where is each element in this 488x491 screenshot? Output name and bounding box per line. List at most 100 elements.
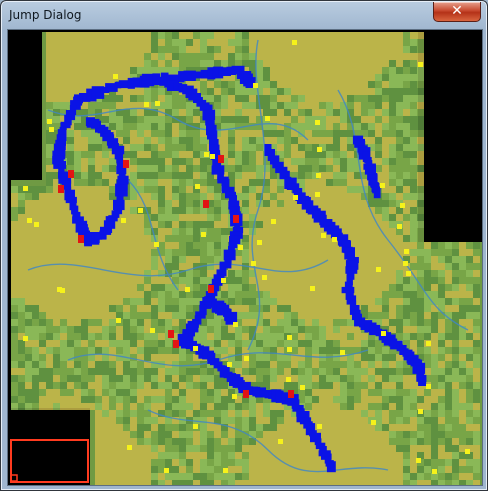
terrain-tile xyxy=(74,277,81,284)
terrain-tile xyxy=(60,319,67,326)
terrain-tile xyxy=(361,88,368,95)
terrain-tile xyxy=(473,291,480,298)
terrain-tile xyxy=(382,74,389,81)
terrain-tile xyxy=(417,249,424,256)
terrain-tile xyxy=(151,389,158,396)
terrain-tile xyxy=(403,459,410,466)
terrain-tile xyxy=(473,396,480,403)
terrain-tile xyxy=(305,319,312,326)
title-bar[interactable]: Jump Dialog ✕ xyxy=(1,1,487,29)
terrain-tile xyxy=(361,340,368,347)
terrain-tile xyxy=(333,291,340,298)
terrain-tile xyxy=(382,459,389,466)
terrain-tile xyxy=(200,445,207,452)
terrain-tile xyxy=(382,193,389,200)
terrain-tile xyxy=(361,375,368,382)
terrain-tile xyxy=(312,46,319,53)
terrain-tile xyxy=(473,284,480,291)
terrain-tile xyxy=(116,452,123,459)
terrain-tile xyxy=(242,424,249,431)
terrain-tile xyxy=(39,305,46,312)
terrain-tile xyxy=(193,200,200,207)
terrain-tile xyxy=(256,445,263,452)
terrain-tile xyxy=(410,46,417,53)
terrain-tile xyxy=(382,291,389,298)
terrain-tile xyxy=(137,466,144,473)
terrain-tile xyxy=(326,81,333,88)
terrain-tile xyxy=(270,130,277,137)
terrain-tile xyxy=(291,480,298,485)
terrain-tile xyxy=(410,424,417,431)
terrain-tile xyxy=(81,130,88,137)
terrain-tile xyxy=(242,480,249,485)
terrain-tile xyxy=(165,480,172,485)
terrain-tile xyxy=(221,452,228,459)
terrain-tile xyxy=(298,242,305,249)
terrain-tile xyxy=(88,375,95,382)
terrain-tile xyxy=(382,319,389,326)
terrain-tile xyxy=(32,284,39,291)
terrain-tile xyxy=(137,151,144,158)
terrain-tile xyxy=(438,473,445,480)
terrain-tile xyxy=(11,375,18,382)
minimap-panel[interactable] xyxy=(7,29,483,486)
terrain-tile xyxy=(256,417,263,424)
terrain-tile xyxy=(403,242,410,249)
terrain-tile xyxy=(200,242,207,249)
terrain-tile xyxy=(207,466,214,473)
terrain-tile xyxy=(179,445,186,452)
terrain-tile xyxy=(144,389,151,396)
terrain-tile xyxy=(144,116,151,123)
terrain-tile xyxy=(137,116,144,123)
terrain-tile xyxy=(270,277,277,284)
terrain-tile xyxy=(165,151,172,158)
terrain-tile xyxy=(256,368,263,375)
terrain-tile xyxy=(193,207,200,214)
terrain-tile xyxy=(389,277,396,284)
terrain-tile xyxy=(249,375,256,382)
terrain-tile xyxy=(354,284,361,291)
terrain-tile xyxy=(396,326,403,333)
terrain-tile xyxy=(151,263,158,270)
terrain-tile xyxy=(172,67,179,74)
terrain-tile xyxy=(466,277,473,284)
terrain-tile xyxy=(263,221,270,228)
terrain-tile xyxy=(179,291,186,298)
terrain-tile xyxy=(396,284,403,291)
terrain-tile xyxy=(74,305,81,312)
terrain-tile xyxy=(445,445,452,452)
terrain-tile xyxy=(242,207,249,214)
terrain-tile xyxy=(172,263,179,270)
terrain-tile xyxy=(242,249,249,256)
enemy-tile xyxy=(288,390,294,398)
terrain-tile xyxy=(102,431,109,438)
terrain-tile xyxy=(270,466,277,473)
terrain-tile xyxy=(263,403,270,410)
minimap[interactable] xyxy=(8,30,482,485)
terrain-tile xyxy=(312,249,319,256)
terrain-tile xyxy=(242,242,249,249)
terrain-tile xyxy=(235,438,242,445)
terrain-tile xyxy=(109,396,116,403)
terrain-tile xyxy=(172,200,179,207)
terrain-tile xyxy=(95,326,102,333)
terrain-tile xyxy=(403,228,410,235)
terrain-tile xyxy=(102,410,109,417)
terrain-tile xyxy=(361,270,368,277)
terrain-tile xyxy=(242,137,249,144)
terrain-tile xyxy=(368,228,375,235)
terrain-tile xyxy=(298,53,305,60)
terrain-tile xyxy=(445,291,452,298)
terrain-tile xyxy=(459,347,466,354)
terrain-tile xyxy=(305,382,312,389)
terrain-tile xyxy=(312,95,319,102)
terrain-tile xyxy=(340,60,347,67)
terrain-tile xyxy=(137,88,144,95)
terrain-tile xyxy=(11,389,18,396)
terrain-tile xyxy=(270,74,277,81)
terrain-tile xyxy=(361,382,368,389)
close-button[interactable]: ✕ xyxy=(433,2,481,22)
terrain-tile xyxy=(46,375,53,382)
terrain-tile xyxy=(347,32,354,39)
terrain-tile xyxy=(473,333,480,340)
